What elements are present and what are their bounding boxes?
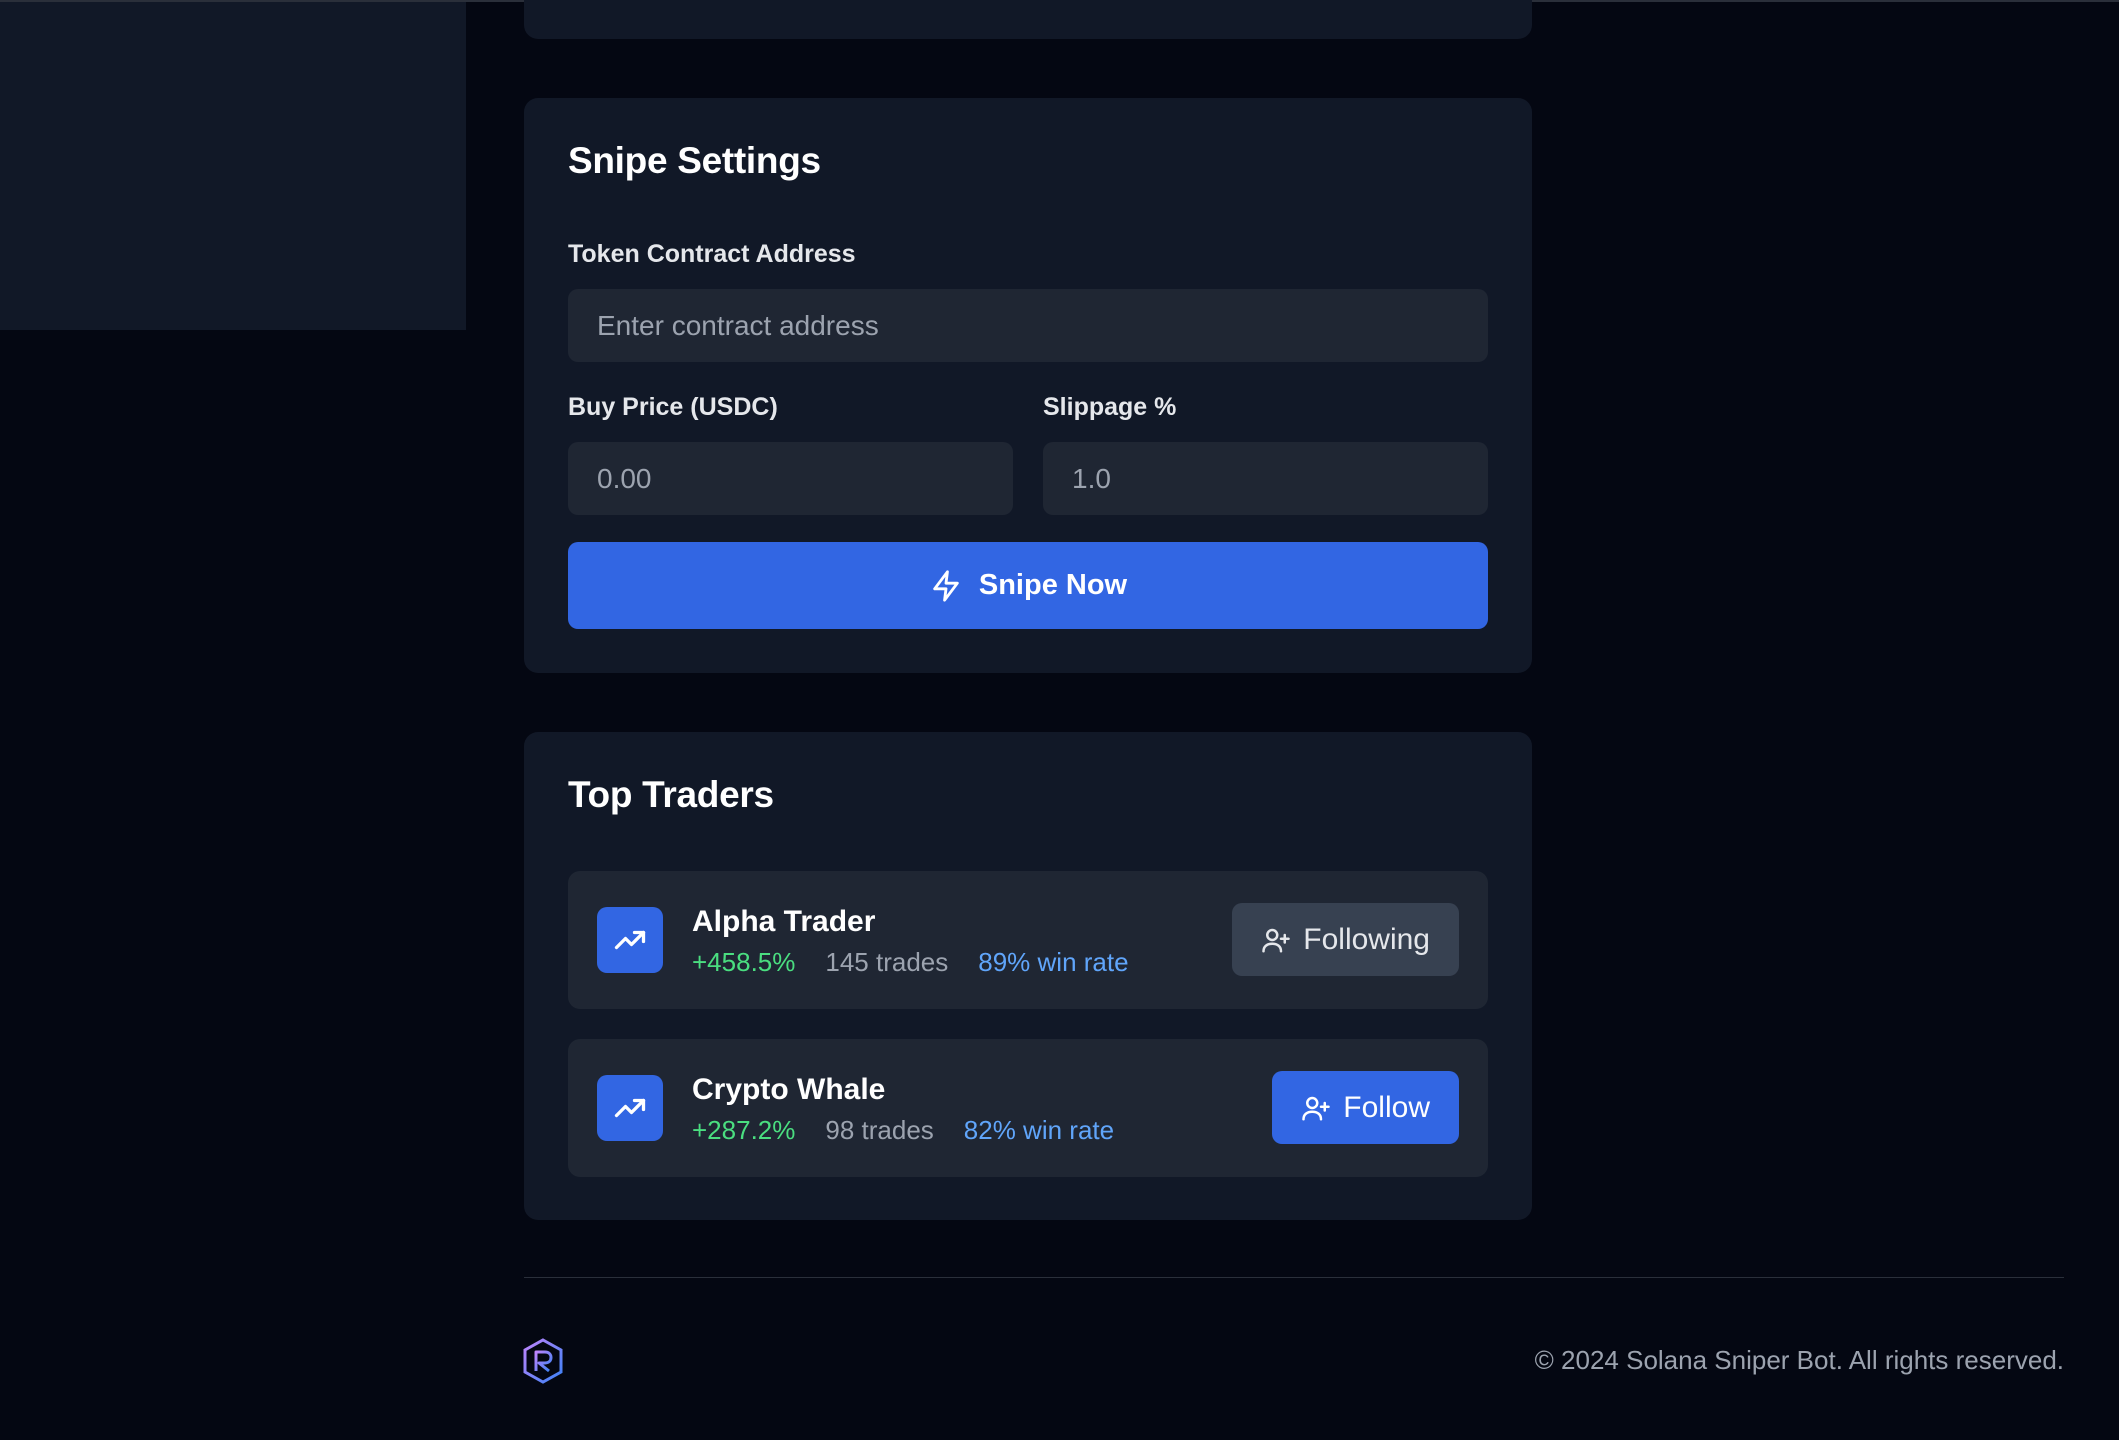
user-plus-icon [1262, 928, 1291, 952]
token-address-label: Token Contract Address [568, 240, 856, 268]
snipe-settings-card: Snipe Settings Token Contract Address En… [524, 98, 1532, 673]
trader-trades: 98 trades [825, 1115, 934, 1145]
trending-up-icon [597, 1075, 663, 1141]
top-traders-card: Top Traders Alpha Trader +458.5% 145 tra… [524, 732, 1532, 1220]
snipe-settings-title: Snipe Settings [568, 140, 821, 181]
top-traders-title: Top Traders [568, 774, 774, 815]
following-label: Following [1303, 922, 1430, 956]
footer-divider [524, 1277, 2064, 1278]
trader-name: Crypto Whale [692, 1073, 886, 1106]
hexagon-logo-icon[interactable] [522, 1338, 564, 1384]
following-button[interactable]: Following [1232, 903, 1459, 976]
buy-price-input[interactable]: 0.00 [568, 442, 1013, 515]
trader-gain: +287.2% [692, 1115, 796, 1145]
snipe-now-button[interactable]: Snipe Now [568, 542, 1488, 629]
user-plus-icon [1302, 1096, 1331, 1120]
lightning-icon [933, 569, 959, 602]
trader-row: Alpha Trader +458.5% 145 trades 89% win … [568, 871, 1488, 1009]
footer-copyright: © 2024 Solana Sniper Bot. All rights res… [1534, 1345, 2064, 1375]
trader-gain: +458.5% [692, 947, 796, 977]
trader-stats: +458.5% 145 trades 89% win rate [692, 947, 1129, 978]
follow-button[interactable]: Follow [1272, 1071, 1459, 1144]
snipe-now-label: Snipe Now [978, 569, 1128, 601]
page: Snipe Settings Token Contract Address En… [0, 0, 2119, 1440]
buy-price-label: Buy Price (USDC) [568, 393, 778, 421]
follow-label: Follow [1343, 1090, 1430, 1124]
token-address-input[interactable]: Enter contract address [568, 289, 1488, 362]
trending-up-icon [597, 907, 663, 973]
previous-card [524, 0, 1532, 39]
trader-win-rate: 82% win rate [963, 1115, 1115, 1145]
trader-win-rate: 89% win rate [978, 947, 1129, 977]
trader-trades: 145 trades [825, 947, 949, 977]
trader-stats: +287.2% 98 trades 82% win rate [692, 1115, 1114, 1146]
trader-row: Crypto Whale +287.2% 98 trades 82% win r… [568, 1039, 1488, 1177]
trader-name: Alpha Trader [692, 905, 876, 938]
slippage-input[interactable]: 1.0 [1043, 442, 1488, 515]
sidebar-panel [0, 2, 466, 330]
slippage-label: Slippage % [1043, 393, 1177, 421]
